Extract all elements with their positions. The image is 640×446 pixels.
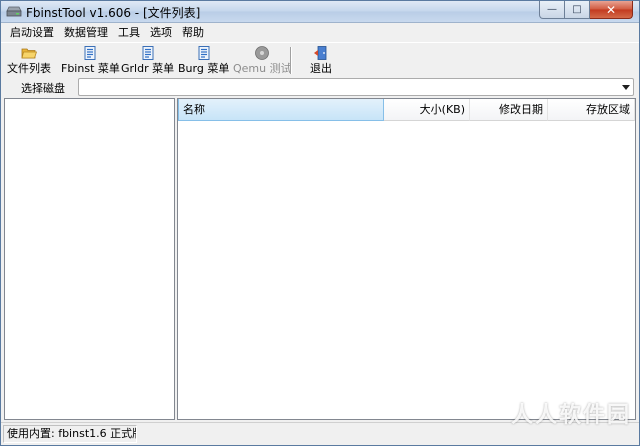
title-bar[interactable]: FbinstTool v1.606 - [文件列表] — □ ✕: [1, 1, 639, 23]
toolbar: 文件列表 Fbinst 菜单 Grldr 菜单 Burg 菜单 Qemu 测试 …: [1, 42, 639, 77]
fbinst-menu-label: Fbinst 菜单: [61, 62, 120, 75]
close-button[interactable]: ✕: [590, 1, 633, 19]
menu-tools[interactable]: 工具: [113, 23, 145, 42]
file-list-button[interactable]: 文件列表: [7, 45, 51, 77]
file-list-label: 文件列表: [7, 62, 51, 75]
folder-tree-pane[interactable]: [4, 98, 175, 420]
disk-selector-row: 选择磁盘: [1, 77, 639, 97]
file-list-header: 名称 大小(KB) 修改日期 存放区域: [178, 99, 635, 121]
menu-data-management[interactable]: 数据管理: [59, 23, 113, 42]
grldr-menu-button[interactable]: Grldr 菜单: [121, 45, 174, 77]
burg-menu-label: Burg 菜单: [178, 62, 230, 75]
menu-bar: 启动设置 数据管理 工具 选项 帮助: [1, 23, 639, 42]
folder-open-icon: [21, 48, 37, 59]
minimize-button[interactable]: —: [539, 1, 565, 19]
file-list-pane[interactable]: 名称 大小(KB) 修改日期 存放区域: [177, 98, 636, 420]
watermark-text: 人人软件园: [510, 403, 631, 428]
toolbar-separator: [290, 47, 292, 74]
burg-menu-button[interactable]: Burg 菜单: [178, 45, 229, 77]
window-controls: — □ ✕: [539, 1, 633, 19]
exit-label: 退出: [310, 62, 332, 75]
disk-selector-label: 选择磁盘: [21, 82, 65, 95]
column-header-size[interactable]: 大小(KB): [384, 99, 470, 121]
qemu-test-label: Qemu 测试: [233, 62, 292, 75]
app-drive-icon: [6, 6, 22, 17]
disc-icon: [255, 46, 270, 60]
menu-boot-settings[interactable]: 启动设置: [5, 23, 59, 42]
app-window: FbinstTool v1.606 - [文件列表] — □ ✕ 启动设置 数据…: [0, 0, 640, 446]
maximize-button[interactable]: □: [565, 1, 590, 19]
exit-button[interactable]: 退出: [310, 45, 332, 77]
document-icon: [198, 46, 210, 60]
column-header-area[interactable]: 存放区域: [548, 99, 635, 121]
grldr-menu-label: Grldr 菜单: [121, 62, 175, 75]
menu-options[interactable]: 选项: [145, 23, 177, 42]
menu-help[interactable]: 帮助: [177, 23, 209, 42]
qemu-test-button[interactable]: Qemu 测试: [233, 45, 292, 77]
fbinst-menu-button[interactable]: Fbinst 菜单: [61, 45, 120, 77]
window-title: FbinstTool v1.606 - [文件列表]: [26, 6, 201, 20]
status-text: 使用内置: fbinst1.6 正式版: [3, 425, 137, 443]
exit-door-icon: [314, 46, 327, 60]
document-icon: [84, 46, 96, 60]
column-header-name[interactable]: 名称: [178, 99, 384, 121]
disk-select[interactable]: [78, 78, 634, 96]
chevron-down-icon[interactable]: [622, 85, 630, 90]
column-header-date[interactable]: 修改日期: [470, 99, 548, 121]
document-icon: [142, 46, 154, 60]
